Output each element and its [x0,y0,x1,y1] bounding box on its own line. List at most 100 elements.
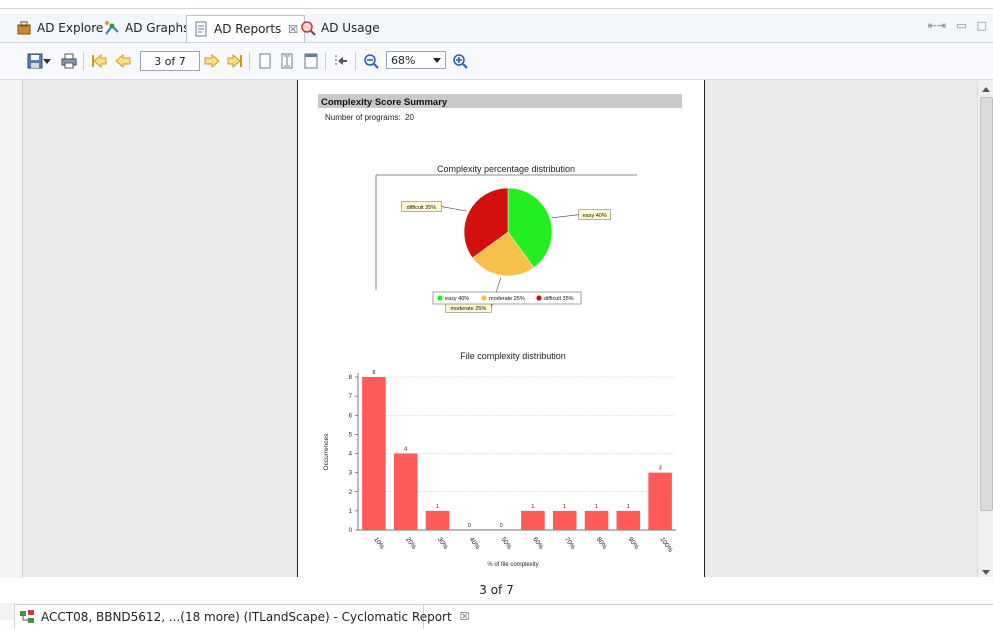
scroll-up-icon[interactable] [982,83,990,97]
bar-20% [393,453,418,530]
last-page-icon[interactable] [226,52,244,70]
bar-value-label: 4 [404,447,407,453]
vertical-scrollbar[interactable] [977,80,993,577]
pie-legend: easy 40% moderate 25% difficult 35% [432,291,582,305]
zoom-in-icon[interactable] [451,52,469,70]
bar-chart-y-tick-label: 5 [349,432,353,438]
report-page-canvas: Complexity Score Summary Number of progr… [318,94,682,568]
bar-value-label: 1 [563,504,566,510]
bar-10% [362,377,386,530]
bar-value-label: 3 [659,466,662,472]
toolbar-separator [355,52,356,70]
pie-leader-line [441,206,468,212]
page-number-input[interactable]: 3 of 7 [140,51,200,71]
previous-page-icon[interactable] [114,52,132,70]
bar-90% [616,510,641,530]
page-indicator: 3 of 7 [479,583,514,597]
pie-slice-label: difficult 35% [407,205,437,211]
back-to-link-icon[interactable] [332,52,350,70]
bar-value-label: 1 [627,504,630,510]
bar-chart-y-tick-label: 8 [349,375,353,381]
zoom-out-icon[interactable] [362,52,380,70]
save-dropdown-icon[interactable] [42,52,52,70]
toolbar-separator [83,52,84,70]
programs-count-label: Number of programs: [325,113,401,122]
view-tab-strip [424,604,993,629]
toolbar-separator [249,52,250,70]
tab-label: AD Reports [214,22,282,36]
tab-ad-usage[interactable]: AD Usage [294,16,386,40]
toolbar-separator [325,52,326,70]
bar-chart-title: File complexity distribution [460,351,566,361]
editor-tab-bar: AD Explore AD Graphs AD Reports ☒ AD Usa… [0,14,993,43]
pie-slice-label: easy 40% [583,213,607,219]
minimize-icon[interactable]: ▭ [956,19,966,32]
bar-category-label: 80% [595,536,608,551]
bar-chart-y-tick-label: 3 [349,471,353,477]
graph-icon [104,20,120,36]
bar-category-label: 20% [404,536,417,551]
tab-ad-graphs[interactable]: AD Graphs [98,16,195,40]
section-title: Complexity Score Summary [321,97,448,108]
bar-value-label: 0 [500,523,503,529]
maximize-icon[interactable]: □ [977,19,987,32]
bar-category-label: 70% [563,536,576,551]
pie-leader-line [551,214,579,219]
bar-category-label: 60% [531,536,544,551]
view-tab-label: ACCT08, BBND5612, ...(18 more) (ITLandSc… [41,609,452,624]
fit-page-icon[interactable] [278,52,296,70]
fit-width-icon[interactable] [302,52,320,70]
legend-entry: easy 40% [445,296,469,302]
pie-slice-label: moderate 25% [450,306,486,312]
bar-100% [648,472,672,530]
legend-entry: difficult 35% [544,296,574,302]
print-icon[interactable] [60,52,78,70]
bar-value-label: 1 [531,504,534,510]
report-icon [193,21,209,37]
legend-entry: moderate 25% [489,296,525,302]
report-toolbar: 3 of 7 68% [0,43,993,80]
pie-chart [463,187,553,277]
restore-icon[interactable]: ⇤⇥ [928,19,946,32]
scrollbar-thumb[interactable] [980,97,993,511]
bar-category-label: 10% [372,536,385,551]
view-tab-cyclomatic-report[interactable]: ACCT08, BBND5612, ...(18 more) (ITLandSc… [14,604,470,628]
programs-count-value: 20 [405,113,414,122]
report-viewer: Complexity Score Summary Number of progr… [22,80,978,577]
bar-70% [552,510,577,530]
bar-chart-y-tick-label: 2 [349,490,353,496]
tab-label: AD Explore [37,21,104,35]
briefcase-icon [16,20,32,36]
bar-60% [521,510,545,530]
bar-category-label: 40% [468,536,481,551]
bar-category-label: 30% [436,536,449,551]
page-indicator-bar: 3 of 7 [0,578,993,603]
tab-label: AD Usage [321,21,380,35]
chevron-down-icon [433,54,441,67]
legend-swatch-difficult [536,295,542,301]
report-page: Complexity Score Summary Number of progr… [297,80,705,577]
bar-value-label: 1 [595,504,598,510]
bar-chart-y-tick-label: 0 [349,528,353,534]
bar-value-label: 8 [372,370,375,376]
scroll-down-icon[interactable] [982,565,990,579]
bar-chart-ylabel: Occurrences [323,433,330,471]
bar-category-label: 100% [658,536,673,554]
first-page-icon[interactable] [90,52,108,70]
bar-value-label: 1 [436,504,439,510]
legend-swatch-easy [437,295,443,301]
top-strip [0,0,993,9]
pie-chart-title: Complexity percentage distribution [437,164,575,174]
tab-ad-explore[interactable]: AD Explore [10,16,109,40]
zoom-select[interactable]: 68% [386,51,446,69]
legend-swatch-moderate [481,295,487,301]
bar-chart: 0 1 2 3 4 5 6 7 8 8 10% 4 20% 1 30% 0 40% 0 50% 1 60% 1 70% 1 80… [349,370,676,554]
bar-chart-xlabel: % of file complexity [487,562,538,568]
report-tree-icon [19,609,35,625]
magnifier-icon [300,20,316,36]
next-page-icon[interactable] [203,52,221,70]
bar-chart-y-tick-label: 4 [349,452,353,458]
page-view-icon[interactable] [256,52,274,70]
bar-value-label: 0 [468,523,471,529]
tab-ad-reports[interactable]: AD Reports ☒ [186,15,306,42]
